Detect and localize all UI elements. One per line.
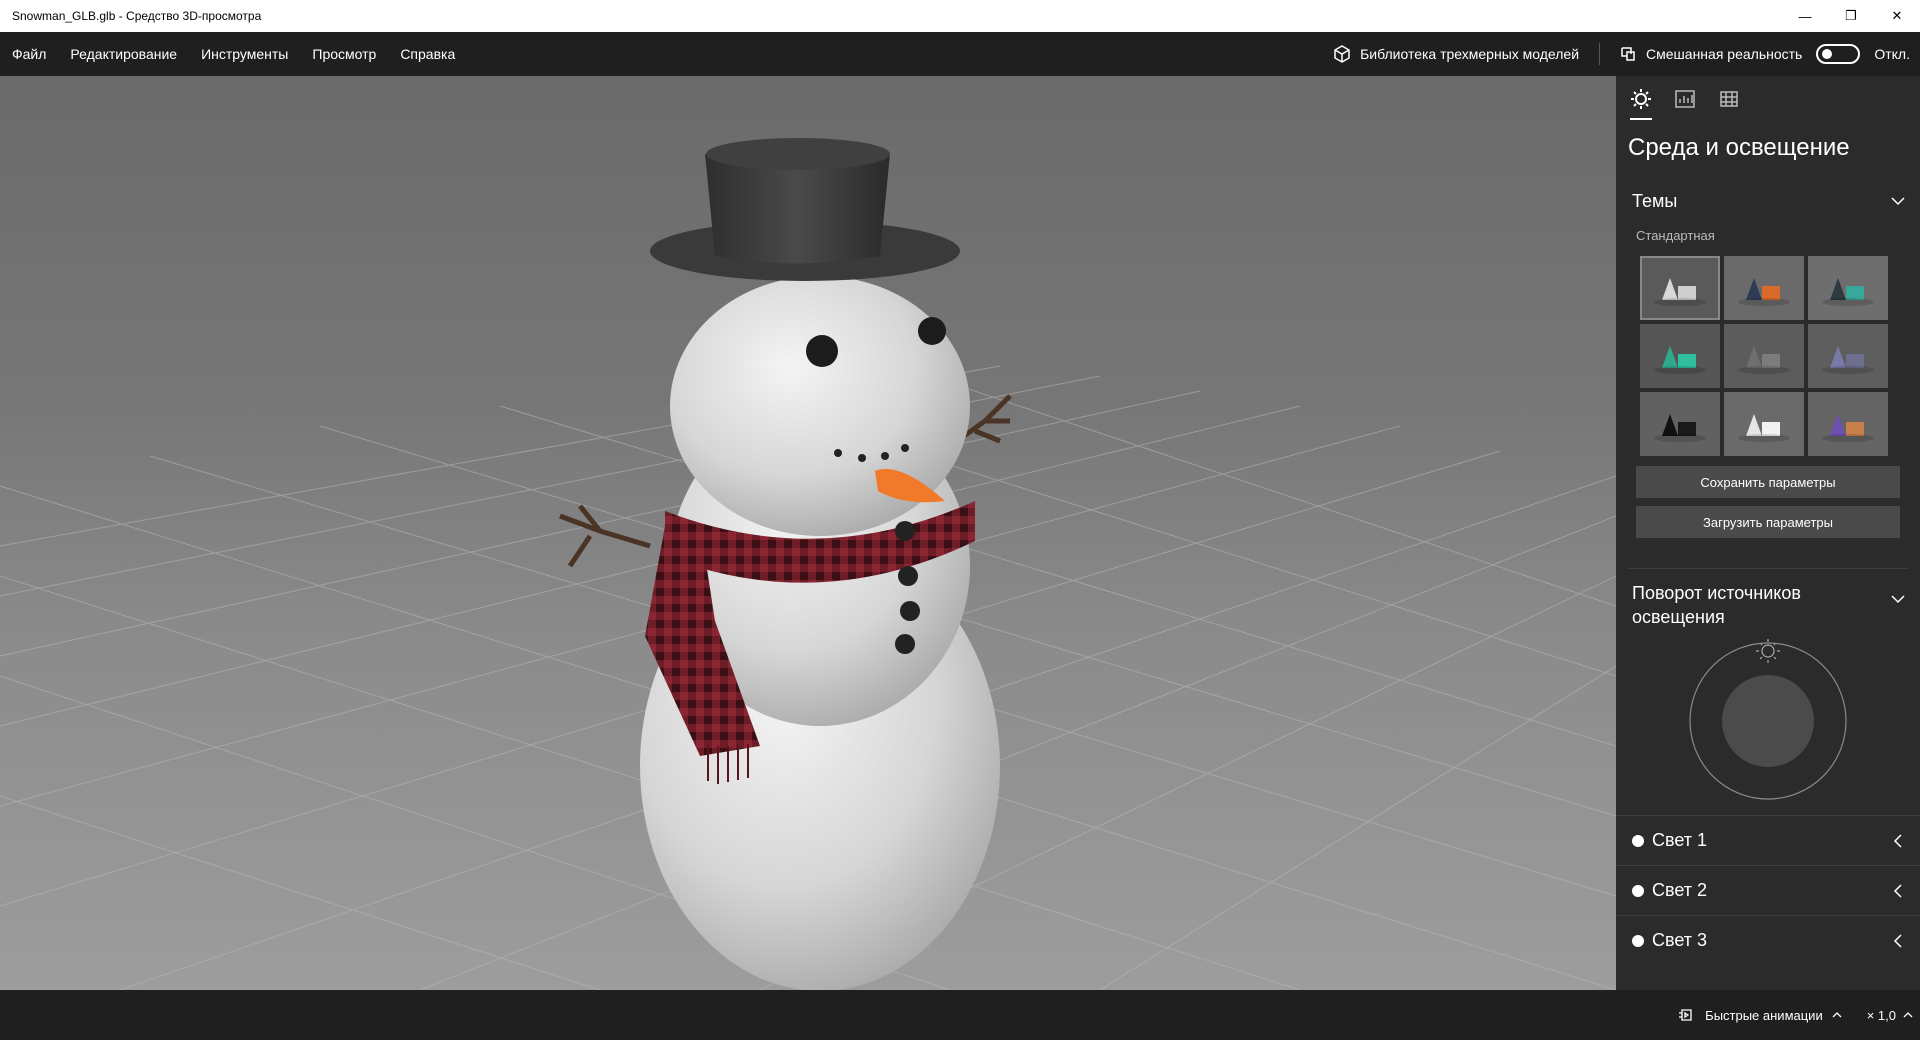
theme-tile-6[interactable] — [1808, 324, 1888, 388]
menu-bar: Файл Редактирование Инструменты Просмотр… — [0, 32, 1920, 76]
title-bar: Snowman_GLB.glb - Средство 3D-просмотра … — [0, 0, 1920, 32]
theme-preview — [1822, 414, 1874, 442]
sun-icon — [1631, 89, 1651, 109]
tab-environment[interactable] — [1628, 88, 1654, 120]
grid-icon — [1720, 91, 1738, 107]
chevron-up-icon — [1832, 1012, 1842, 1018]
mixed-reality-icon — [1621, 47, 1635, 61]
light-rotation-label: Поворот источников освещения — [1632, 583, 1801, 627]
menu-view[interactable]: Просмотр — [300, 32, 388, 76]
light-rotation-dial[interactable] — [1616, 629, 1920, 805]
themes-label: Темы — [1632, 190, 1678, 211]
mixed-reality-toggle[interactable] — [1816, 44, 1861, 64]
theme-tile-9[interactable] — [1808, 392, 1888, 456]
coat-button — [898, 566, 918, 586]
playback-speed-value: × 1,0 — [1866, 1007, 1896, 1023]
quick-animations-button[interactable]: Быстрые анимации — [1677, 1007, 1843, 1023]
restore-button[interactable]: ❐ — [1828, 0, 1874, 32]
themes-grid — [1616, 246, 1920, 456]
theme-preview — [1822, 278, 1874, 306]
theme-tile-3[interactable] — [1808, 256, 1888, 320]
light-rotation-header[interactable]: Поворот источников освещения — [1616, 569, 1920, 629]
mouth-dot — [881, 452, 889, 460]
coat-button — [895, 634, 915, 654]
light-2-row[interactable]: Свет 2 — [1616, 865, 1920, 915]
lights-list: Свет 1 Свет 2 Свет 3 — [1616, 815, 1920, 965]
theme-tile-7[interactable] — [1640, 392, 1720, 456]
theme-preview — [1822, 346, 1874, 374]
theme-preview — [1738, 346, 1790, 374]
toggle-state-label: Откл. — [1874, 46, 1910, 62]
close-button[interactable]: ✕ — [1874, 0, 1920, 32]
coat-button — [895, 521, 915, 541]
save-settings-button[interactable]: Сохранить параметры — [1636, 466, 1900, 498]
light-1-color — [1632, 834, 1644, 847]
themes-section-header[interactable]: Темы — [1616, 184, 1920, 218]
chevron-left-icon — [1893, 833, 1902, 848]
minimize-button[interactable]: — — [1782, 0, 1828, 32]
menu-separator — [1599, 43, 1601, 65]
theme-tile-2[interactable] — [1724, 256, 1804, 320]
chevron-down-icon — [1891, 197, 1905, 206]
cube-icon — [1334, 45, 1350, 63]
scene-canvas — [0, 138, 1616, 990]
theme-preview — [1654, 278, 1706, 306]
window-title: Snowman_GLB.glb - Средство 3D-просмотра — [12, 9, 262, 23]
chevron-down-icon — [1891, 595, 1905, 604]
light-2-color — [1632, 884, 1644, 897]
menu-edit[interactable]: Редактирование — [58, 32, 189, 76]
mixed-reality-label: Смешанная реальность — [1646, 46, 1803, 62]
theme-preview — [1654, 414, 1706, 442]
right-eye — [918, 317, 946, 345]
light-1-row[interactable]: Свет 1 — [1616, 815, 1920, 865]
dial-graphic — [1689, 639, 1847, 800]
panel-tabs — [1616, 76, 1920, 124]
toggle-knob — [1822, 49, 1833, 59]
themes-group-label: Стандартная — [1636, 228, 1715, 243]
dial-sphere — [1722, 675, 1814, 767]
light-2-label: Свет 2 — [1652, 880, 1708, 900]
stats-icon — [1675, 90, 1695, 108]
hat-top — [706, 138, 890, 170]
3d-library-button[interactable]: Библиотека трехмерных моделей — [1318, 32, 1593, 76]
chevron-left-icon — [1893, 933, 1902, 948]
environment-panel: Среда и освещение Темы Стандартная Сохра… — [1616, 76, 1920, 990]
chevron-up-icon — [1903, 1012, 1913, 1018]
panel-title: Среда и освещение — [1628, 134, 1850, 161]
load-settings-button[interactable]: Загрузить параметры — [1636, 506, 1900, 538]
light-3-color — [1632, 934, 1644, 947]
tab-grid[interactable] — [1716, 88, 1742, 120]
theme-tile-8[interactable] — [1724, 392, 1804, 456]
quick-animations-label: Быстрые анимации — [1705, 1007, 1823, 1023]
mouth-dot — [834, 449, 842, 457]
theme-tile-5[interactable] — [1724, 324, 1804, 388]
chevron-left-icon — [1893, 883, 1902, 898]
mouth-dot — [901, 444, 909, 452]
coat-button — [900, 601, 920, 621]
menu-file[interactable]: Файл — [0, 32, 58, 76]
3d-viewport[interactable] — [0, 76, 1616, 990]
theme-preview — [1654, 346, 1706, 374]
light-3-label: Свет 3 — [1652, 930, 1708, 950]
light-3-row[interactable]: Свет 3 — [1616, 915, 1920, 965]
mixed-reality-control[interactable]: Смешанная реальность Откл. — [1606, 32, 1920, 76]
status-bar: Быстрые анимации × 1,0 — [0, 990, 1920, 1040]
light-1-label: Свет 1 — [1652, 830, 1708, 850]
3d-library-label: Библиотека трехмерных моделей — [1360, 46, 1580, 62]
theme-preview — [1738, 278, 1790, 306]
theme-tile-1[interactable] — [1640, 256, 1720, 320]
theme-tile-4[interactable] — [1640, 324, 1720, 388]
animation-icon — [1679, 1009, 1692, 1021]
mouth-dot — [858, 454, 866, 462]
menu-help[interactable]: Справка — [388, 32, 467, 76]
playback-speed-button[interactable]: × 1,0 — [1867, 1008, 1914, 1023]
tab-stats[interactable] — [1672, 88, 1698, 120]
menu-tools[interactable]: Инструменты — [189, 32, 300, 76]
left-eye — [806, 335, 838, 367]
theme-preview — [1738, 414, 1790, 442]
